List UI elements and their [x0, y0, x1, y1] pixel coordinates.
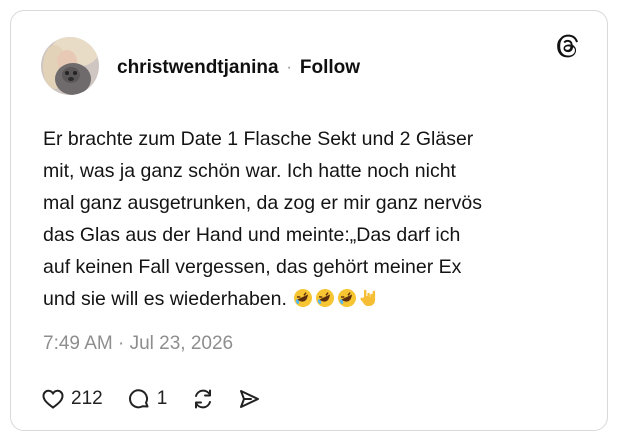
speech-bubble-icon — [128, 389, 149, 409]
follow-button[interactable]: Follow — [300, 57, 360, 79]
love-you-gesture-icon — [360, 289, 376, 306]
repost-button[interactable] — [191, 387, 215, 411]
post-text: Er brachte zum Date 1 Flasche Sekt und 2… — [43, 128, 482, 310]
timestamp: 7:49 AM · Jul 23, 2026 — [43, 333, 234, 354]
rolling-on-floor-laughing-icon — [315, 289, 334, 307]
rolling-on-floor-laughing-icon — [293, 289, 312, 307]
post-header: christwendtjanina · Follow — [117, 57, 360, 79]
avatar[interactable] — [41, 37, 99, 95]
heart-icon — [42, 389, 64, 409]
like-count: 212 — [71, 388, 103, 409]
reply-button[interactable]: 1 — [127, 387, 168, 411]
post-body: Er brachte zum Date 1 Flasche Sekt und 2… — [43, 123, 583, 315]
action-bar: 212 1 — [41, 383, 261, 415]
rolling-on-floor-laughing-icon — [337, 289, 356, 307]
like-button[interactable]: 212 — [41, 387, 103, 411]
post-card: christwendtjanina · Follow Er brachte zu… — [10, 10, 608, 431]
username[interactable]: christwendtjanina — [117, 57, 279, 79]
send-icon — [240, 390, 260, 408]
reply-count: 1 — [156, 388, 168, 409]
separator: · — [286, 59, 292, 76]
threads-logo-icon[interactable] — [555, 33, 581, 59]
repost-arrows-icon — [195, 389, 212, 409]
share-button[interactable] — [237, 387, 261, 411]
emoji-row — [293, 288, 379, 308]
